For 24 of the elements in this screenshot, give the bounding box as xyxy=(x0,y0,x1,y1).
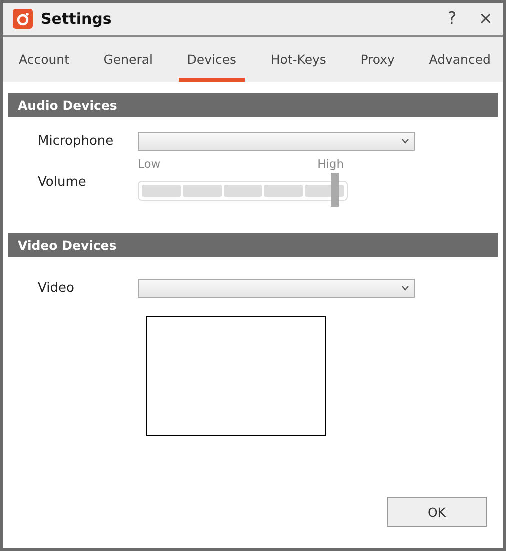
video-label: Video xyxy=(37,281,76,296)
low-label: Low xyxy=(138,157,161,171)
ok-button[interactable]: OK xyxy=(387,497,487,527)
section-header: Video Devices xyxy=(8,233,498,257)
microphone-label: Microphone xyxy=(37,134,115,149)
video-dropdown[interactable] xyxy=(138,279,415,298)
app-logo-icon xyxy=(13,9,33,29)
close-button[interactable]: × xyxy=(474,9,497,29)
section-header: Audio Devices xyxy=(8,93,498,117)
tab[interactable]: Advanced xyxy=(421,37,499,82)
tab[interactable]: Proxy xyxy=(352,37,403,82)
high-label: High xyxy=(318,157,344,171)
tab[interactable]: Account xyxy=(11,37,78,82)
slider-thumb[interactable] xyxy=(331,173,340,207)
tab[interactable]: Hot-Keys xyxy=(262,37,334,82)
volume-label: Volume xyxy=(37,174,88,192)
chevron-down-icon xyxy=(402,286,409,291)
microphone-dropdown[interactable] xyxy=(138,132,415,151)
tab[interactable]: General xyxy=(96,37,162,82)
help-button[interactable]: ? xyxy=(444,9,461,29)
tab[interactable]: Devices xyxy=(179,37,245,82)
volume-slider[interactable] xyxy=(138,173,348,207)
window-title: Settings xyxy=(41,10,112,28)
chevron-down-icon xyxy=(402,139,409,144)
